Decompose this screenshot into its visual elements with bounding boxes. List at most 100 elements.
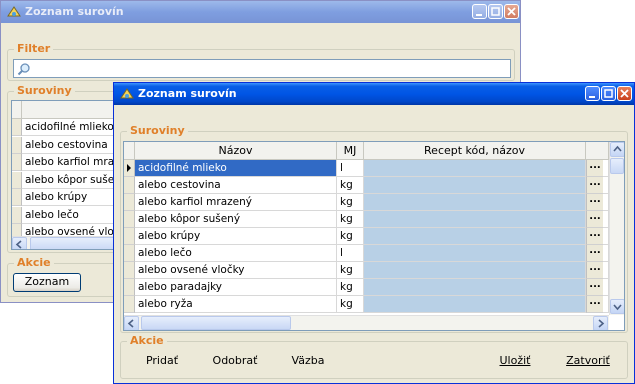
cell-nazov[interactable]: alebo karfiol mrazený	[135, 194, 337, 211]
row-header[interactable]	[124, 279, 135, 296]
scroll-right-button[interactable]	[593, 316, 608, 330]
cell-mj[interactable]: kg	[337, 194, 364, 211]
row-header[interactable]	[12, 171, 22, 189]
odobrat-button[interactable]: Odobrať	[202, 353, 268, 371]
arrow-down-icon	[613, 304, 622, 311]
table-row[interactable]: alebo karfiol mrazený kg...	[124, 194, 624, 211]
row-header[interactable]	[124, 160, 135, 177]
scroll-left-button[interactable]	[124, 316, 139, 330]
back-window-titlebar[interactable]: Zoznam surovín	[1, 1, 520, 23]
close-icon	[507, 7, 516, 16]
recept-lookup-button[interactable]: ...	[586, 245, 603, 262]
grid-vscroll[interactable]	[609, 142, 624, 315]
maximize-icon	[491, 7, 500, 16]
recept-lookup-button[interactable]: ...	[586, 296, 603, 313]
cell-nazov[interactable]: acidofilné mlieko	[135, 160, 337, 177]
scroll-down-button[interactable]	[610, 299, 624, 314]
row-header[interactable]	[124, 177, 135, 194]
close-button[interactable]	[504, 4, 519, 19]
back-grid-corner	[12, 101, 22, 119]
hscroll-thumb[interactable]	[141, 316, 291, 330]
maximize-button[interactable]	[601, 86, 616, 101]
zatvorit-button[interactable]: Zatvoriť	[554, 353, 622, 371]
ulozit-button[interactable]: Uložiť	[487, 353, 543, 371]
recept-lookup-button[interactable]: ...	[586, 228, 603, 245]
cell-nazov[interactable]: alebo kôpor sušený	[135, 211, 337, 228]
column-header-mj[interactable]: MJ	[337, 142, 364, 160]
row-header[interactable]	[12, 119, 22, 136]
row-header[interactable]	[12, 189, 22, 206]
front-window: Zoznam surovín Suroviny Názov MJ Recept …	[113, 82, 635, 384]
cell-recept[interactable]	[364, 279, 586, 296]
front-window-titlebar[interactable]: Zoznam surovín	[114, 83, 634, 105]
cell-recept[interactable]	[364, 296, 586, 313]
column-header-recept[interactable]: Recept kód, názov	[364, 142, 586, 160]
search-icon	[17, 63, 30, 76]
close-button[interactable]	[617, 86, 632, 101]
cell-mj[interactable]: kg	[337, 228, 364, 245]
cell-mj[interactable]: l	[337, 245, 364, 262]
cell-nazov[interactable]: alebo ovsené vločky	[135, 262, 337, 279]
table-row[interactable]: alebo paradajky kg...	[124, 279, 624, 296]
table-row[interactable]: alebo kôpor sušený kg...	[124, 211, 624, 228]
row-header[interactable]	[124, 296, 135, 313]
cell-recept[interactable]	[364, 228, 586, 245]
table-row[interactable]: acidofilné mlieko l...	[124, 160, 624, 177]
cell-recept[interactable]	[364, 194, 586, 211]
search-input[interactable]	[13, 59, 511, 78]
row-header[interactable]	[124, 262, 135, 279]
cell-recept[interactable]	[364, 211, 586, 228]
cell-nazov[interactable]: alebo paradajky	[135, 279, 337, 296]
pridat-button[interactable]: Pridať	[132, 353, 192, 371]
recept-lookup-button[interactable]: ...	[586, 160, 603, 177]
front-suroviny-label: Suroviny	[127, 124, 188, 137]
cell-mj[interactable]: kg	[337, 296, 364, 313]
cell-mj[interactable]: l	[337, 160, 364, 177]
row-header[interactable]	[12, 154, 22, 171]
cell-mj[interactable]: kg	[337, 177, 364, 194]
row-header[interactable]	[12, 136, 22, 154]
minimize-button[interactable]	[585, 86, 600, 101]
cell-mj[interactable]: kg	[337, 211, 364, 228]
column-header-nazov[interactable]: Názov	[135, 142, 337, 160]
table-row[interactable]: alebo lečo l...	[124, 245, 624, 262]
recept-lookup-button[interactable]: ...	[586, 279, 603, 296]
scroll-up-button[interactable]	[610, 142, 624, 157]
cell-nazov[interactable]: alebo cestovina	[135, 177, 337, 194]
row-header[interactable]	[124, 211, 135, 228]
ingredients-grid[interactable]: Názov MJ Recept kód, názov acidofilné ml…	[123, 141, 625, 331]
row-header[interactable]	[12, 206, 22, 224]
back-window-title: Zoznam surovín	[25, 5, 124, 18]
zoznam-button[interactable]: Zoznam	[13, 273, 81, 292]
recept-lookup-button[interactable]: ...	[586, 262, 603, 279]
back-scroll-left[interactable]	[12, 237, 27, 249]
row-header[interactable]	[124, 245, 135, 262]
cell-recept[interactable]	[364, 160, 586, 177]
table-row[interactable]: alebo ovsené vločky kg...	[124, 262, 624, 279]
vscroll-thumb[interactable]	[610, 158, 624, 174]
minimize-button[interactable]	[472, 4, 487, 19]
table-row[interactable]: alebo cestovina kg...	[124, 177, 624, 194]
minimize-icon	[589, 96, 595, 98]
filter-label: Filter	[14, 42, 54, 55]
cell-recept[interactable]	[364, 245, 586, 262]
recept-lookup-button[interactable]: ...	[586, 211, 603, 228]
table-row[interactable]: alebo ryža kg...	[124, 296, 624, 313]
arrow-left-icon	[15, 240, 22, 249]
cell-nazov[interactable]: alebo krúpy	[135, 228, 337, 245]
cell-recept[interactable]	[364, 177, 586, 194]
cell-nazov[interactable]: alebo ryža	[135, 296, 337, 313]
cell-mj[interactable]: kg	[337, 279, 364, 296]
recept-lookup-button[interactable]: ...	[586, 177, 603, 194]
app-icon	[120, 88, 134, 99]
recept-lookup-button[interactable]: ...	[586, 194, 603, 211]
grid-hscroll[interactable]	[124, 315, 609, 330]
row-header[interactable]	[124, 228, 135, 245]
cell-recept[interactable]	[364, 262, 586, 279]
maximize-button[interactable]	[488, 4, 503, 19]
cell-mj[interactable]: kg	[337, 262, 364, 279]
row-header[interactable]	[124, 194, 135, 211]
vazba-button[interactable]: Väzba	[278, 353, 338, 371]
table-row[interactable]: alebo krúpy kg...	[124, 228, 624, 245]
cell-nazov[interactable]: alebo lečo	[135, 245, 337, 262]
